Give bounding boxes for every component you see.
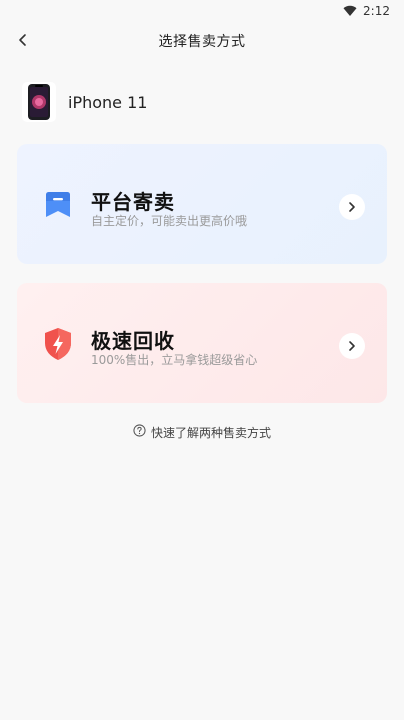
platform-consignment-subtitle: 自主定价，可能卖出更高价哦	[91, 214, 248, 228]
status-time: 2:12	[363, 4, 390, 18]
question-circle-icon	[133, 424, 146, 440]
back-button[interactable]	[8, 26, 38, 56]
status-bar: 2:12	[0, 0, 404, 22]
quick-recycle-title: 极速回收	[91, 329, 175, 353]
platform-consignment-title: 平台寄卖	[91, 190, 175, 214]
bookmark-flag-icon	[41, 188, 75, 222]
quick-recycle-card[interactable]: 极速回收 100%售出，立马拿钱超级省心	[17, 283, 387, 403]
learn-sale-methods-link[interactable]: 快速了解两种售卖方式	[0, 422, 404, 442]
chevron-right-icon	[339, 194, 365, 220]
chevron-right-icon	[339, 333, 365, 359]
wifi-icon	[343, 5, 357, 17]
product-info: iPhone 11	[22, 80, 147, 124]
lightning-shield-icon	[41, 327, 75, 361]
nav-bar: 选择售卖方式	[0, 22, 404, 60]
platform-consignment-card[interactable]: 平台寄卖 自主定价，可能卖出更高价哦	[17, 144, 387, 264]
help-label: 快速了解两种售卖方式	[150, 425, 271, 440]
chevron-left-icon	[17, 32, 29, 51]
page-title: 选择售卖方式	[158, 34, 246, 50]
product-name: iPhone 11	[68, 92, 148, 112]
quick-recycle-subtitle: 100%售出，立马拿钱超级省心	[91, 353, 258, 367]
phone-thumbnail	[22, 82, 56, 122]
